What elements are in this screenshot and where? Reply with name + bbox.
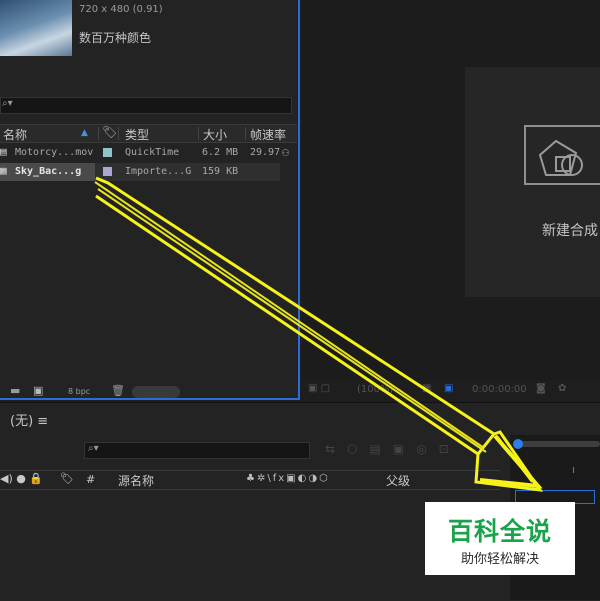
camera-icon[interactable]: ◙ [536,383,546,394]
search-icon: ⌕▾ [2,98,13,109]
label-tag-icon[interactable]: 🏷 [60,472,74,485]
project-item-row[interactable]: ▤ Motorcy...mov QuickTime 6.2 MB 29.97 ⚇ [0,144,297,162]
project-panel: 720 x 480 (0.91) 数百万种颜色 ⌕▾ 名称 ▲ 🏷 类型 大小 … [0,0,300,400]
thumb-colors: 数百万种颜色 [79,31,152,45]
zoom-slider-handle[interactable] [513,439,523,449]
label-swatch[interactable] [103,167,112,176]
col-name[interactable]: 名称 [3,126,27,143]
scrollbar[interactable] [132,386,180,398]
col-source-name[interactable]: 源名称 [118,472,154,489]
project-item-row-selected[interactable]: ▦ Sky_Bac...g Importe...G 159 KB [0,163,280,181]
color-icon[interactable]: ✿ [558,383,566,394]
thumb-dimensions: 720 x 480 (0.91) [79,4,163,15]
viewer-toolbar: ▣ ▢ (100%) ▦ ▣ 0:00:00:00 ◙ ✿ [302,380,600,400]
col-parent[interactable]: 父级 [386,472,410,489]
trash-icon[interactable]: 🗑 [111,384,125,397]
item-size: 159 KB [202,166,239,177]
image-file-icon: ▦ [0,164,7,177]
project-column-header: 名称 ▲ 🏷 类型 大小 帧速率 [0,124,297,143]
timecode[interactable]: 0:00:00:00 [472,384,527,395]
item-fps: 29.97 [250,147,281,158]
item-size: 6.2 MB [202,147,239,158]
item-name: Motorcy...mov [15,147,94,158]
label-swatch[interactable] [103,148,112,157]
watermark-title: 百科全说 [447,517,552,546]
project-bottom-bar: ▬ ▣ 8 bpc 🗑 [0,384,297,398]
video-file-icon: ▤ [0,145,7,158]
new-comp-label: 新建合成 [542,223,598,239]
switches-icons[interactable]: ♣✲\fx▣◐◑⬡ [246,473,330,484]
comp-shapes-icon[interactable] [524,125,600,185]
timeline-search-input[interactable]: ⌕▾ [84,442,310,459]
timeline-tool-icons[interactable]: ⇆⬡▤▣◎⊡ [325,442,461,456]
timeline-column-header: ◀) ● 🔒 🏷 # 源名称 ♣✲\fx▣◐◑⬡ 父级 [0,470,500,490]
col-size[interactable]: 大小 [203,126,227,143]
viewer-icons[interactable]: ▣ ▢ [308,383,330,394]
search-icon: ⌕▾ [88,443,99,454]
item-name: Sky_Bac...g [15,166,82,177]
watermark-subtitle: 助你轻松解决 [460,552,539,567]
baike-watermark: 百科全说 助你轻松解决 [425,502,575,575]
flowchart-icon[interactable]: ⚇ [282,145,289,159]
footage-thumbnail [0,0,72,56]
folder-icon[interactable]: ▬ [10,384,20,397]
item-type: QuickTime [125,147,180,158]
col-framerate[interactable]: 帧速率 [250,126,286,143]
grid-icon[interactable]: ▦ [422,383,431,394]
project-search-input[interactable]: ⌕▾ [0,97,292,114]
col-type[interactable]: 类型 [125,126,149,143]
label-tag-icon[interactable]: 🏷 [102,125,117,139]
item-type: Importe...G [125,166,192,177]
timeline-title[interactable]: (无) ≡ [10,410,48,429]
sort-up-icon[interactable]: ▲ [81,128,88,138]
region-icon[interactable]: ▣ [444,383,453,394]
bpc-label[interactable]: 8 bpc [68,387,90,396]
col-number: # [86,473,96,486]
new-comp-icon[interactable]: ▣ [33,384,43,397]
zoom-level[interactable]: (100%) [357,384,393,395]
visibility-icons[interactable]: ◀) ● 🔒 [0,472,43,485]
